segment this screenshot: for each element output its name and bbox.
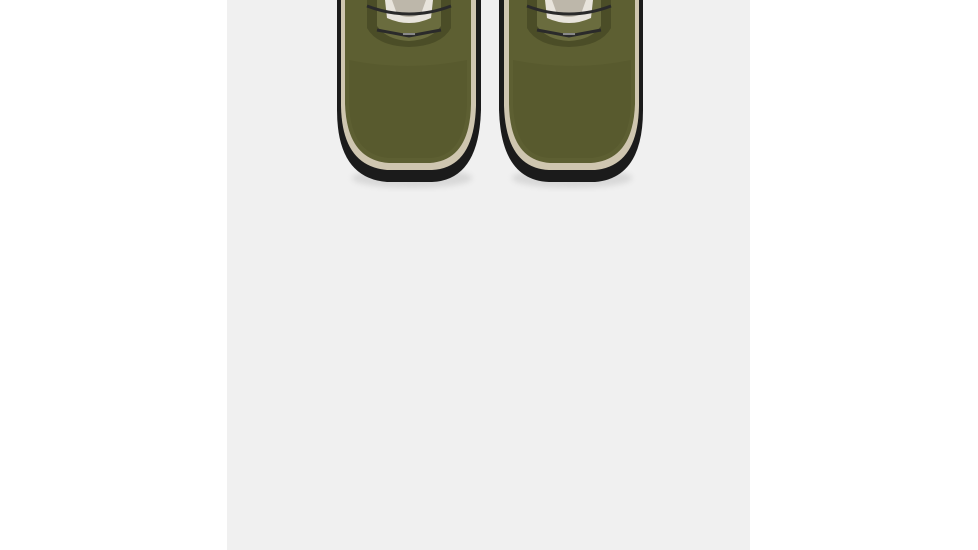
product-image [337, 0, 643, 188]
page [0, 0, 978, 550]
right-boot [499, 0, 643, 188]
product-image-frame [227, 0, 750, 550]
left-boot [337, 0, 481, 188]
